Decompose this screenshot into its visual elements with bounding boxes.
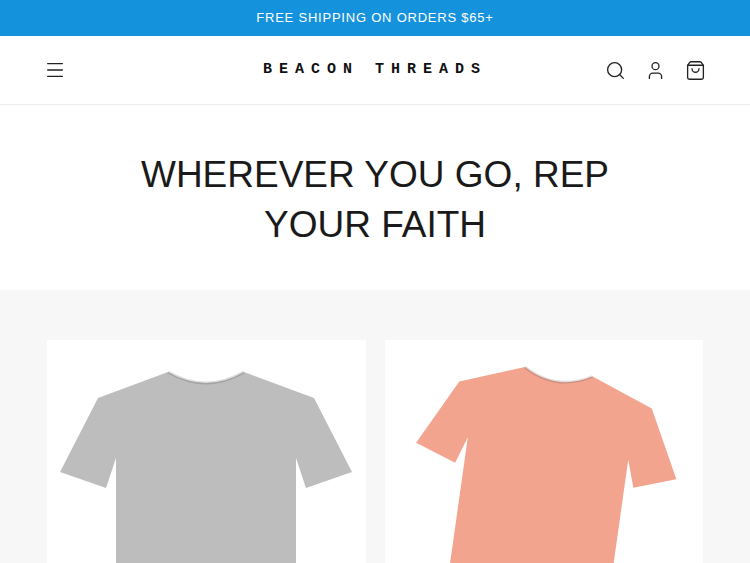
logo[interactable]: BEACON THREADS	[263, 59, 487, 82]
product-card[interactable]	[47, 340, 366, 563]
menu-icon[interactable]	[44, 59, 66, 81]
t-shirt-photo	[56, 360, 356, 563]
product-grid	[0, 290, 750, 563]
site-header: BEACON THREADS	[0, 36, 750, 105]
page: FREE SHIPPING ON ORDERS $65+ BEACON THREA…	[0, 0, 750, 563]
account-icon[interactable]	[645, 60, 666, 81]
search-icon[interactable]	[605, 60, 626, 81]
hero-heading: WHEREVER YOU GO, REPYOUR FAITH	[141, 150, 609, 250]
cart-icon[interactable]	[685, 60, 706, 81]
hero: WHEREVER YOU GO, REPYOUR FAITH	[0, 105, 750, 290]
announcement-bar: FREE SHIPPING ON ORDERS $65+	[0, 0, 750, 36]
t-shirt-photo	[394, 342, 694, 563]
product-card[interactable]	[385, 340, 704, 563]
